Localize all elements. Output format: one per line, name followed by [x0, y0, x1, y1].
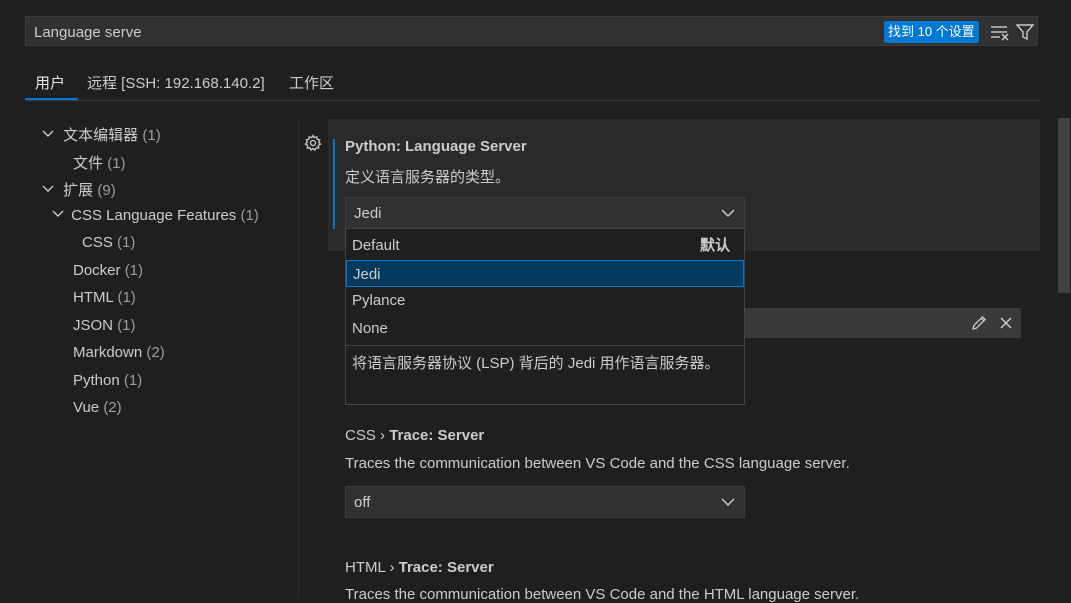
- option-label: Jedi: [353, 266, 381, 283]
- setting-description-html: Traces the communication between VS Code…: [345, 586, 860, 603]
- tree-count: (1): [117, 234, 136, 251]
- option-jedi[interactable]: Jedi: [346, 260, 744, 287]
- tree-count: (1): [117, 289, 136, 306]
- python-language-server-select[interactable]: Jedi: [345, 197, 745, 229]
- gear-icon[interactable]: [304, 134, 322, 152]
- tree-label: Vue: [73, 399, 100, 416]
- option-description: 将语言服务器协议 (LSP) 背后的 Jedi 用作语言服务器。: [352, 355, 720, 372]
- setting-description-python: 定义语言服务器的类型。: [345, 169, 511, 186]
- close-icon[interactable]: [998, 315, 1014, 331]
- tree-label: 扩展: [63, 182, 94, 199]
- chevron-down-icon: [42, 130, 54, 137]
- option-label: None: [352, 320, 388, 337]
- css-trace-server-select[interactable]: off: [345, 486, 745, 518]
- chevron-down-icon: [42, 185, 54, 192]
- tree-item-files[interactable]: 文件 (1): [73, 152, 126, 173]
- setting-title-html-trace-server: HTML › Trace: Server: [345, 559, 494, 576]
- tree-count: (1): [107, 155, 126, 172]
- tree-label: 文件: [73, 155, 104, 172]
- setting-name: Trace: Server: [398, 559, 494, 576]
- tree-label: CSS: [82, 234, 113, 251]
- tree-item-markdown[interactable]: Markdown (2): [73, 344, 165, 361]
- tree-count: (1): [124, 262, 144, 279]
- tree-count: (1): [123, 372, 143, 389]
- tree-item-text-editor[interactable]: 文本编辑器 (1): [42, 124, 161, 145]
- option-label: Default: [352, 237, 400, 254]
- tree-count: (1): [117, 317, 136, 334]
- tree-item-json[interactable]: JSON (1): [73, 317, 136, 334]
- select-value: Jedi: [354, 205, 382, 222]
- filter-icon[interactable]: [1015, 22, 1035, 42]
- tree-item-css[interactable]: CSS (1): [82, 234, 135, 251]
- chevron-down-icon: [52, 210, 64, 217]
- tab-user[interactable]: 用户: [35, 72, 65, 93]
- tree-count: (1): [240, 207, 259, 224]
- tree-item-extensions[interactable]: 扩展 (9): [42, 179, 116, 200]
- setting-category: CSS ›: [345, 427, 390, 444]
- tree-label: Markdown: [73, 344, 143, 361]
- tree-label: Docker: [73, 262, 121, 279]
- tree-count: (2): [146, 344, 165, 361]
- setting-category: HTML ›: [345, 559, 399, 576]
- tree-label: JSON: [73, 317, 114, 334]
- search-input[interactable]: Language serve: [34, 24, 142, 41]
- setting-title-python-language-server: Python: Language Server: [345, 138, 527, 155]
- tree-item-css-language-features[interactable]: CSS Language Features (1): [52, 207, 259, 224]
- setting-title-css-trace-server: CSS › Trace: Server: [345, 427, 484, 444]
- chevron-down-icon: [721, 498, 735, 507]
- tree-item-html[interactable]: HTML (1): [73, 289, 136, 306]
- chevron-down-icon: [721, 209, 735, 218]
- option-label: Pylance: [352, 292, 406, 309]
- default-tag: 默认: [699, 237, 730, 254]
- tab-workspace[interactable]: 工作区: [289, 72, 334, 93]
- setting-focus-indicator: [333, 139, 335, 229]
- tree-label: Python: [73, 372, 120, 389]
- tree-label: 文本编辑器: [63, 127, 139, 144]
- tree-label: HTML: [73, 289, 114, 306]
- tree-item-vue[interactable]: Vue (2): [73, 399, 122, 416]
- option-none[interactable]: None: [346, 315, 744, 342]
- settings-search-box[interactable]: Language serve 找到 10 个设置: [25, 16, 1038, 46]
- tree-count: (1): [142, 127, 161, 144]
- tabs-divider: [25, 100, 1040, 101]
- tree-count: (9): [97, 182, 116, 199]
- tree-item-python[interactable]: Python (1): [73, 372, 142, 389]
- option-pylance[interactable]: Pylance: [346, 287, 744, 314]
- option-default[interactable]: Default 默认: [346, 232, 744, 259]
- pencil-icon[interactable]: [970, 314, 988, 332]
- clear-filter-icon[interactable]: [990, 23, 1010, 41]
- scrollbar-thumb[interactable]: [1058, 118, 1070, 293]
- result-count-badge: 找到 10 个设置: [884, 21, 979, 43]
- toc-divider: [298, 118, 299, 599]
- tree-item-docker[interactable]: Docker (1): [73, 262, 143, 279]
- setting-name: Trace: Server: [389, 427, 485, 444]
- language-server-dropdown: Default 默认 Jedi Pylance None 将语言服务器协议 (L…: [345, 228, 745, 405]
- tree-label: CSS Language Features: [71, 207, 237, 224]
- dropdown-separator: [346, 345, 744, 346]
- setting-description-css: Traces the communication between VS Code…: [345, 455, 850, 472]
- tab-remote[interactable]: 远程 [SSH: 192.168.140.2]: [87, 72, 265, 93]
- select-value: off: [354, 494, 371, 511]
- tree-count: (2): [103, 399, 122, 416]
